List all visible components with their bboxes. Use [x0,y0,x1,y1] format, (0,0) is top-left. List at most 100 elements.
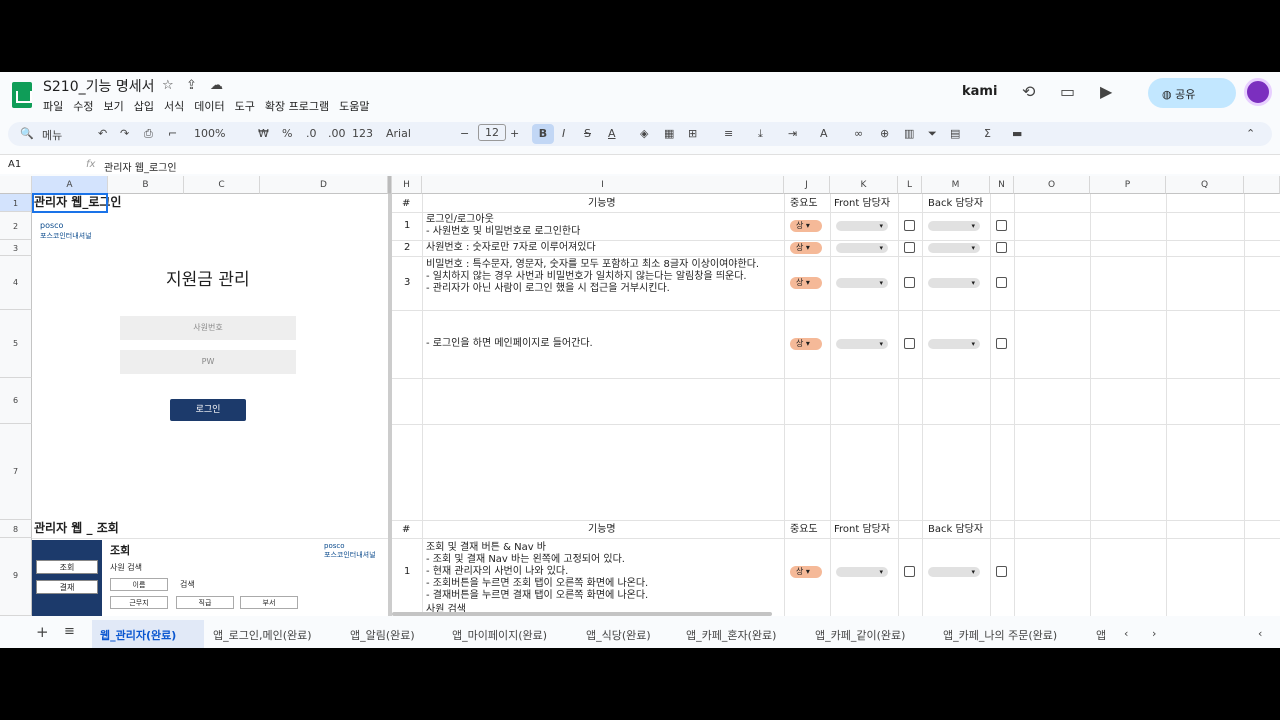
back-dropdown[interactable]: ▾ [928,243,980,253]
undo-icon[interactable]: ↶ [98,127,107,140]
column-header-i[interactable]: I [422,176,784,194]
back-checkbox[interactable] [996,277,1007,288]
all-sheets-icon[interactable]: ≡ [64,624,75,639]
menu-edit[interactable]: 수정 [73,98,93,114]
merge-cells-icon[interactable]: ⊞ [688,127,697,140]
vertical-align-icon[interactable]: ⤓ [758,127,763,141]
link-icon[interactable]: ∞ [854,127,863,140]
collapse-toolbar-icon[interactable]: ⌃ [1246,127,1255,140]
front-checkbox[interactable] [904,566,915,577]
number-format[interactable]: 123 [352,127,373,140]
italic-icon[interactable]: I [562,127,565,140]
functions-icon[interactable]: Σ [984,127,991,140]
menu-file[interactable]: 파일 [43,98,63,114]
menu-help[interactable]: 도움말 [339,98,369,114]
column-header-q[interactable]: Q [1166,176,1244,194]
row-header-8[interactable]: 8 [0,520,32,538]
column-header-a[interactable]: A [32,176,108,194]
scroll-tabs-right-icon[interactable]: › [1152,627,1156,640]
column-header-o[interactable]: O [1014,176,1090,194]
column-header-j[interactable]: J [784,176,830,194]
sheets-logo-icon[interactable] [12,82,32,108]
column-header-m[interactable]: M [922,176,990,194]
column-header-h[interactable]: H [392,176,422,194]
priority-chip[interactable]: 상 ▾ [790,242,822,254]
column-header-c[interactable]: C [184,176,260,194]
front-dropdown[interactable]: ▾ [836,567,888,577]
move-icon[interactable]: ⇪ [186,78,197,93]
menu-search[interactable]: 메뉴 [42,127,62,143]
front-dropdown[interactable]: ▾ [836,243,888,253]
avatar[interactable] [1244,78,1272,106]
column-header-n[interactable]: N [990,176,1014,194]
horizontal-scrollbar[interactable] [392,612,772,616]
back-dropdown[interactable]: ▾ [928,567,980,577]
priority-chip[interactable]: 상 ▾ [790,277,822,289]
column-header-k[interactable]: K [830,176,898,194]
filter-views-icon[interactable]: ▤ [950,127,960,140]
input-tools-icon[interactable]: ▬ [1012,127,1022,140]
scroll-tabs-left-icon[interactable]: ‹ [1124,627,1128,640]
meet-icon[interactable]: ▶ [1100,82,1112,101]
history-icon[interactable]: ⟲ [1022,82,1035,101]
back-dropdown[interactable]: ▾ [928,339,980,349]
priority-chip[interactable]: 상 ▾ [790,566,822,578]
comment-icon[interactable]: ▭ [1060,82,1075,101]
comment-insert-icon[interactable]: ⊕ [880,127,889,140]
cloud-status-icon[interactable]: ☁ [210,78,223,93]
zoom-select[interactable]: 100% [194,127,225,140]
font-size-input[interactable]: 12 [478,124,506,141]
decrease-decimal[interactable]: .0 [306,127,317,140]
font-select[interactable]: Arial [386,127,411,140]
tab-app-login[interactable]: 앱_로그인,메인(완료) [213,627,312,643]
borders-icon[interactable]: ▦ [664,127,674,140]
menu-data[interactable]: 데이터 [194,98,224,114]
menu-format[interactable]: 서식 [164,98,184,114]
tab-app-alarm[interactable]: 앱_알림(완료) [350,627,415,643]
column-header-b[interactable]: B [108,176,184,194]
menu-tools[interactable]: 도구 [235,98,255,114]
increase-decimal[interactable]: .00 [328,127,346,140]
kami-extension[interactable]: kami [962,84,997,99]
row-header-6[interactable]: 6 [0,378,32,424]
explore-collapse-icon[interactable]: ‹ [1258,627,1262,640]
sheet-grid[interactable]: A B C D H I J K L M N O P Q 1 2 3 4 5 6 … [0,176,1280,616]
chart-icon[interactable]: ▥ [904,127,914,140]
font-size-plus[interactable]: + [510,127,519,140]
back-checkbox[interactable] [996,338,1007,349]
name-box[interactable]: A1 [8,159,21,170]
share-button[interactable]: ◍ 공유 [1148,78,1236,108]
bold-icon[interactable]: B [532,124,554,144]
formula-input[interactable]: 관리자 웹_로그인 [104,159,177,174]
document-title[interactable]: S210_기능 명세서 [43,76,154,96]
menu-insert[interactable]: 삽입 [134,98,154,114]
back-checkbox[interactable] [996,566,1007,577]
front-dropdown[interactable]: ▾ [836,339,888,349]
back-checkbox[interactable] [996,242,1007,253]
fill-color-icon[interactable]: ◈ [640,127,648,140]
star-icon[interactable]: ☆ [162,78,174,93]
row-header-7[interactable]: 7 [0,424,32,520]
row-header-1[interactable]: 1 [0,194,32,212]
column-header-d[interactable]: D [260,176,388,194]
tab-app-cafe-together[interactable]: 앱_카페_같이(완료) [815,627,905,643]
text-color-icon[interactable]: A [608,127,616,140]
row-header-5[interactable]: 5 [0,310,32,378]
currency-format[interactable]: ₩ [258,127,269,140]
menu-view[interactable]: 보기 [104,98,124,114]
tab-app-mypage[interactable]: 앱_마이페이지(완료) [452,627,547,643]
row-header-2[interactable]: 2 [0,212,32,240]
front-dropdown[interactable]: ▾ [836,278,888,288]
priority-chip[interactable]: 상 ▾ [790,338,822,350]
redo-icon[interactable]: ↷ [120,127,129,140]
strikethrough-icon[interactable]: S [584,127,591,140]
menu-extensions[interactable]: 확장 프로그램 [265,98,329,114]
back-dropdown[interactable]: ▾ [928,278,980,288]
select-all-corner[interactable] [0,176,32,194]
percent-format[interactable]: % [282,127,292,140]
tab-app-cafe-solo[interactable]: 앱_카페_혼자(완료) [686,627,776,643]
row-header-9[interactable]: 9 [0,538,32,616]
tab-app-restaurant[interactable]: 앱_식당(완료) [586,627,651,643]
paint-format-icon[interactable]: ⌐ [168,127,177,140]
front-checkbox[interactable] [904,338,915,349]
